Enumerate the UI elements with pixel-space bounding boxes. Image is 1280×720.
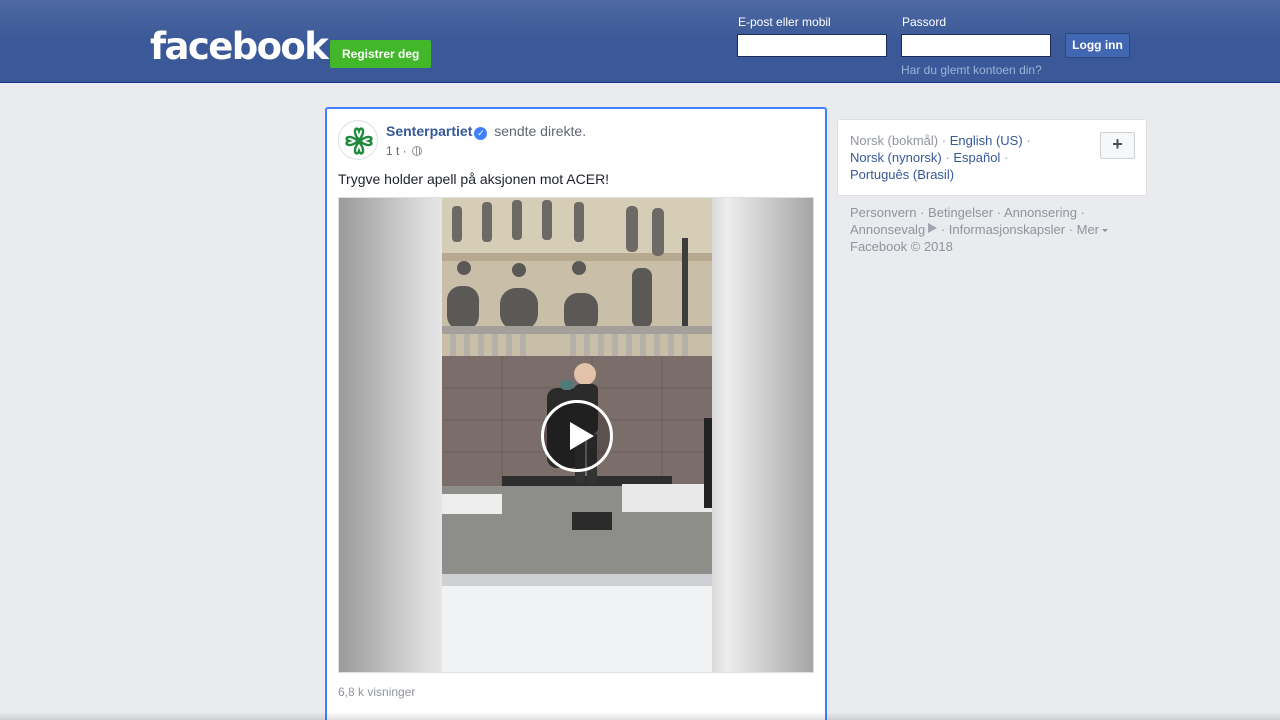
view-count: 6,8 k visninger xyxy=(338,685,416,699)
footer-privacy[interactable]: Personvern xyxy=(850,205,916,220)
verified-badge-icon: ✓ xyxy=(474,127,488,140)
copyright: Facebook © 2018 xyxy=(850,239,953,254)
adchoices-icon xyxy=(928,223,938,233)
author-link[interactable]: Senterpartiet xyxy=(386,123,472,139)
clover-logo-icon xyxy=(345,127,373,155)
post-action: sendte direkte. xyxy=(494,123,587,139)
footer-more[interactable]: Mer xyxy=(1077,222,1099,237)
password-label: Passord xyxy=(902,15,947,29)
login-button[interactable]: Logg inn xyxy=(1065,33,1130,58)
globe-icon xyxy=(412,146,423,156)
password-field[interactable] xyxy=(901,34,1051,57)
language-portuguese[interactable]: Português (Brasil) xyxy=(850,167,954,182)
current-language: Norsk (bokmål) xyxy=(850,133,939,148)
language-nynorsk[interactable]: Norsk (nynorsk) xyxy=(850,150,942,165)
footer-advertising[interactable]: Annonsering xyxy=(1004,205,1077,220)
post-header: Senterpartiet ✓ sendte direkte. xyxy=(386,123,586,140)
language-spanish[interactable]: Español xyxy=(953,150,1000,165)
post-text: Trygve holder apell på aksjonen mot ACER… xyxy=(338,171,610,187)
video-player[interactable] xyxy=(338,197,814,673)
signup-button[interactable]: Registrer deg xyxy=(330,40,432,68)
post-meta: 1 t · xyxy=(386,144,423,158)
top-bar: facebook Registrer deg E-post eller mobi… xyxy=(0,0,1280,83)
play-button-icon[interactable] xyxy=(541,400,613,472)
email-field[interactable] xyxy=(737,34,887,57)
forgot-account-link[interactable]: Har du glemt kontoen din? xyxy=(901,63,1042,77)
language-selector: Norsk (bokmål) · English (US) · Norsk (n… xyxy=(837,119,1147,196)
footer-cookies[interactable]: Informasjonskapsler xyxy=(949,222,1065,237)
add-language-button[interactable]: + xyxy=(1100,132,1135,159)
footer-links: Personvern · Betingelser · Annonsering ·… xyxy=(850,204,1130,255)
language-english[interactable]: English (US) xyxy=(950,133,1023,148)
facebook-logo[interactable]: facebook xyxy=(150,24,329,70)
page-avatar[interactable] xyxy=(338,120,378,160)
email-label: E-post eller mobil xyxy=(738,15,831,29)
footer-terms[interactable]: Betingelser xyxy=(928,205,993,220)
bottom-shadow xyxy=(0,712,1280,720)
caret-down-icon xyxy=(1102,229,1109,232)
post-time[interactable]: 1 t xyxy=(386,144,399,158)
footer-adchoices[interactable]: Annonsevalg xyxy=(850,222,925,237)
live-video-post: Senterpartiet ✓ sendte direkte. 1 t · Try… xyxy=(325,107,827,720)
